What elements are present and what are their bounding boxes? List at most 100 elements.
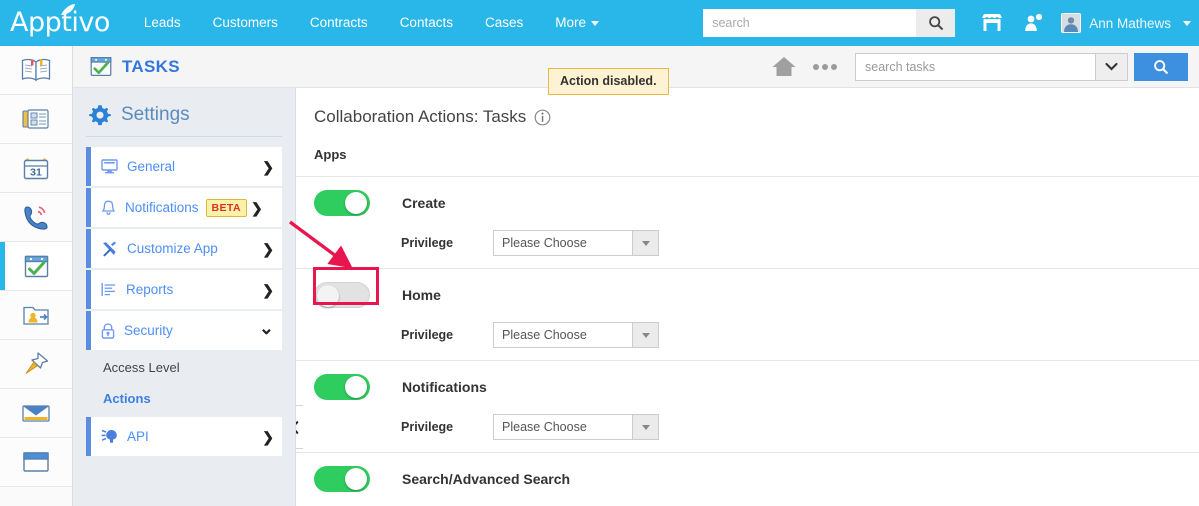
plug-icon <box>101 429 117 443</box>
privilege-select-create[interactable]: Please Choose <box>493 230 659 256</box>
sidebar-subitem-access-level[interactable]: Access Level <box>86 352 282 383</box>
store-button[interactable] <box>981 13 1003 33</box>
ellipsis-icon <box>831 63 837 70</box>
book-icon <box>21 58 51 82</box>
action-row-header: Notifications <box>296 374 1199 400</box>
settings-menu: General ❯ Notifications BETA ❯ Customize… <box>73 147 295 456</box>
person-notification-icon <box>1025 13 1043 31</box>
app-header-actions <box>771 52 1199 81</box>
info-button[interactable] <box>534 109 551 126</box>
nav-item-leads[interactable]: Leads <box>128 0 197 46</box>
privilege-group: Privilege Please Choose <box>296 414 1199 440</box>
home-button[interactable] <box>771 55 797 78</box>
privilege-label: Privilege <box>401 420 454 434</box>
task-search-input[interactable] <box>855 52 1095 81</box>
nav-item-contracts[interactable]: Contracts <box>294 0 384 46</box>
store-icon <box>982 14 1003 31</box>
sidebar-subitem-actions[interactable]: Actions <box>86 383 282 414</box>
privilege-group: Privilege Please Choose <box>296 230 1199 256</box>
folder-person-icon <box>23 306 49 325</box>
rail-item-more-app[interactable] <box>0 438 72 487</box>
rail-item-tasks[interactable] <box>0 242 72 291</box>
task-search-dropdown[interactable] <box>1095 52 1128 81</box>
toggle-home[interactable] <box>314 282 370 308</box>
toggle-search[interactable] <box>314 466 370 492</box>
more-options-button[interactable] <box>813 63 837 70</box>
rail-item-email[interactable] <box>0 389 72 438</box>
privilege-select-home[interactable]: Please Choose <box>493 322 659 348</box>
contact-cards-icon <box>22 109 49 129</box>
sidebar-item-reports[interactable]: Reports ❯ <box>86 270 282 309</box>
toggle-knob <box>345 376 367 398</box>
global-search <box>703 9 956 37</box>
privilege-group: Privilege Please Choose <box>296 322 1199 348</box>
rail-item-calls[interactable] <box>0 193 72 242</box>
task-check-icon <box>90 56 112 77</box>
actions-list: Create Privilege Please Choose Home Priv… <box>296 176 1199 506</box>
privilege-select-notifications[interactable]: Please Choose <box>493 414 659 440</box>
toggle-knob <box>317 285 339 307</box>
rail-item-employees[interactable] <box>0 291 72 340</box>
notifications-button[interactable] <box>1023 13 1043 33</box>
task-search-button[interactable] <box>1134 52 1188 81</box>
select-arrow <box>632 323 658 347</box>
header-right-cluster: Ann Mathews <box>703 0 1199 46</box>
tools-icon <box>103 241 116 256</box>
nav-item-more[interactable]: More <box>539 0 615 46</box>
global-search-button[interactable] <box>916 9 956 37</box>
nav-item-contacts[interactable]: Contacts <box>384 0 469 46</box>
nav-item-customers[interactable]: Customers <box>197 0 294 46</box>
action-disabled-tooltip: Action disabled. <box>548 68 669 95</box>
window-icon <box>23 452 49 472</box>
user-name: Ann Mathews <box>1089 15 1171 31</box>
toggle-knob <box>345 468 367 490</box>
toggle-notifications[interactable] <box>314 374 370 400</box>
sidebar-item-label: Reports <box>126 282 174 297</box>
app-title-group: TASKS <box>89 55 180 78</box>
toggle-create[interactable] <box>314 190 370 216</box>
sidebar-item-security[interactable]: Security ⌄ <box>86 311 282 350</box>
rail-item-calendar[interactable]: 31 <box>0 144 72 193</box>
main-content: Collaboration Actions: Tasks Apps Create… <box>296 88 1199 506</box>
action-row-header: Home <box>296 282 1199 308</box>
task-search <box>855 52 1188 81</box>
privilege-value: Please Choose <box>502 328 587 342</box>
privilege-label: Privilege <box>401 328 454 342</box>
monitor-icon <box>101 159 118 174</box>
chevron-right-icon: ❯ <box>262 240 274 257</box>
page-title: TASKS <box>122 56 180 76</box>
gear-icon <box>89 105 111 126</box>
chevron-left-icon <box>296 420 299 434</box>
content-title: Collaboration Actions: Tasks <box>314 107 527 126</box>
settings-header: Settings <box>73 88 295 136</box>
sidebar-item-customize-app[interactable]: Customize App ❯ <box>86 229 282 268</box>
privilege-label: Privilege <box>401 236 454 250</box>
collapse-panel-handle[interactable] <box>296 405 303 449</box>
rail-item-cards[interactable] <box>0 95 72 144</box>
chevron-right-icon: ❯ <box>262 428 274 445</box>
report-icon <box>101 283 115 296</box>
sidebar-item-notifications[interactable]: Notifications BETA ❯ <box>86 188 282 227</box>
user-menu[interactable]: Ann Mathews <box>1061 13 1191 33</box>
settings-divider <box>86 136 282 137</box>
user-caret-down-icon <box>1183 20 1191 26</box>
action-row-notifications: Notifications Privilege Please Choose <box>296 360 1199 452</box>
ellipsis-icon <box>822 63 828 70</box>
select-arrow <box>632 415 658 439</box>
sidebar-item-general[interactable]: General ❯ <box>86 147 282 186</box>
global-search-input[interactable] <box>703 9 917 37</box>
caret-down-icon <box>591 20 599 26</box>
action-row-create: Create Privilege Please Choose <box>296 176 1199 268</box>
rail-item-pinned[interactable] <box>0 340 72 389</box>
action-row-home: Home Privilege Please Choose <box>296 268 1199 360</box>
apptivo-logo[interactable]: Apptivo <box>10 4 110 37</box>
sidebar-item-api[interactable]: API ❯ <box>86 417 282 456</box>
rail-item-journal[interactable] <box>0 46 72 95</box>
select-arrow <box>632 231 658 255</box>
search-icon <box>928 16 943 31</box>
beta-badge: BETA <box>205 198 247 217</box>
action-row-search: Search/Advanced Search Privilege Please … <box>296 452 1199 506</box>
info-icon <box>534 109 551 125</box>
nav-item-cases[interactable]: Cases <box>469 0 539 46</box>
chevron-right-icon: ❯ <box>250 199 263 216</box>
